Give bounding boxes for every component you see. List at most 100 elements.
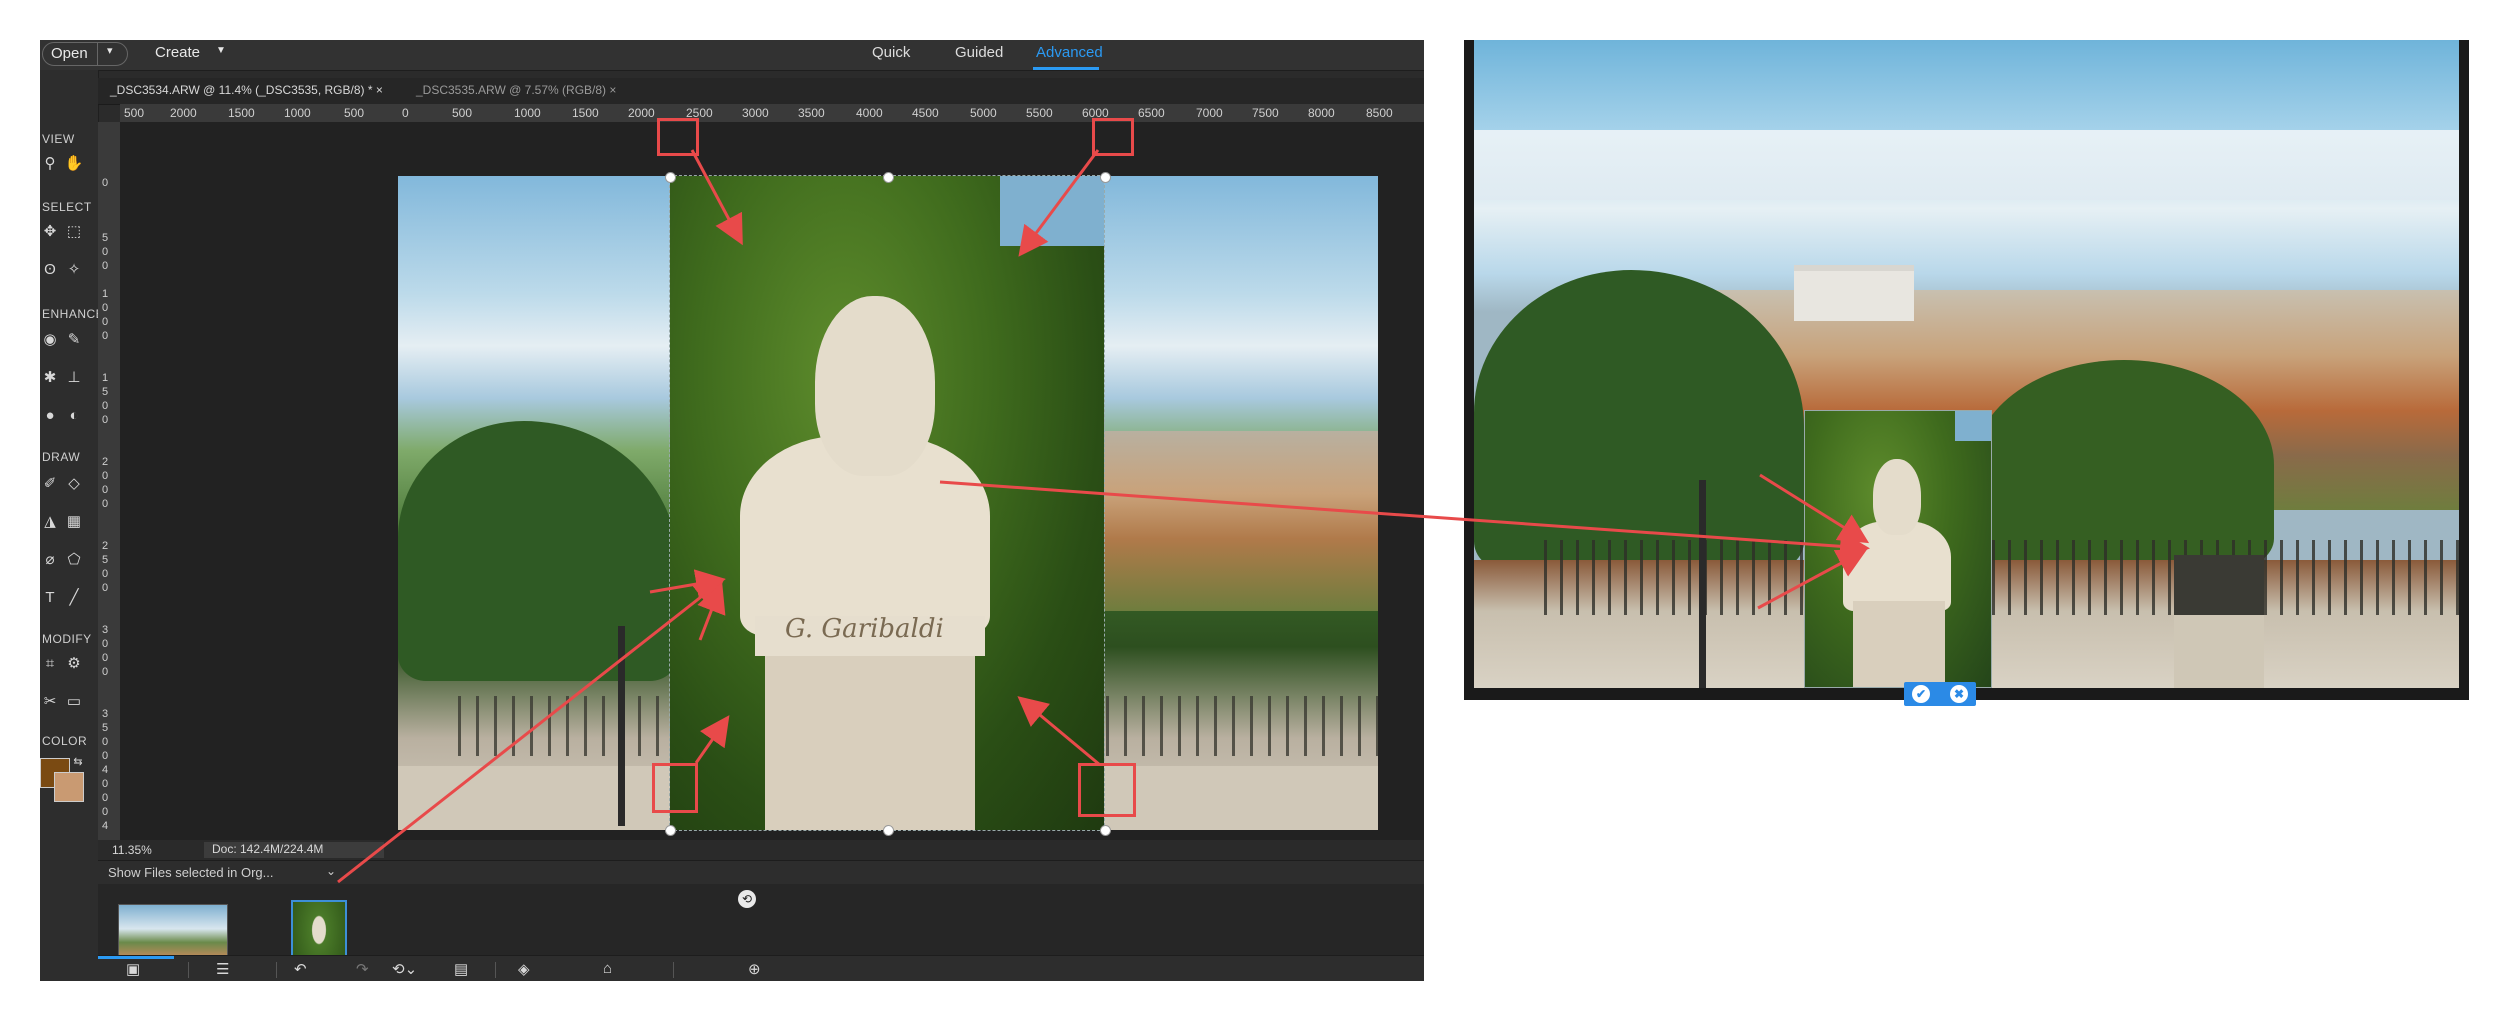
ruler-label: 0 [102, 792, 109, 804]
ruler-label: 0 [102, 750, 109, 762]
recycle-icon[interactable]: ⟲ [738, 890, 756, 908]
move-icon[interactable]: ✥ [40, 222, 60, 242]
tab-document-1-label: _DSC3534.ARW @ 11.4% (_DSC3535, RGB/8) * [110, 83, 373, 97]
ruler-label: 5 [102, 386, 109, 398]
ruler-label: 0 [102, 778, 109, 790]
chevron-down-icon[interactable]: ▾ [107, 44, 113, 57]
close-icon[interactable]: × [609, 83, 616, 97]
ruler-label: 0 [102, 470, 109, 482]
background-color-swatch[interactable] [54, 772, 84, 802]
chevron-down-icon[interactable]: ▼ [216, 45, 226, 56]
straighten-icon[interactable]: ✂ [40, 692, 60, 712]
magic-wand-icon[interactable]: ✧ [64, 260, 84, 280]
ruler-label: 0 [402, 106, 409, 120]
lasso-icon[interactable]: ʘ [40, 260, 60, 280]
chevron-down-icon[interactable]: ⌄ [326, 864, 336, 878]
doc-size[interactable]: Doc: 142.4M/224.4M [204, 842, 384, 858]
tab-advanced[interactable]: Advanced [1036, 44, 1103, 61]
type-icon[interactable]: T [40, 588, 60, 608]
ruler-label: 2000 [628, 106, 655, 120]
result-preview: ✔ ✖ [1464, 40, 2469, 706]
marquee-icon[interactable]: ⬚ [64, 222, 84, 242]
gradient-icon[interactable]: ▦ [64, 512, 84, 532]
tab-quick[interactable]: Quick [872, 44, 910, 61]
ruler-label: 5 [102, 232, 109, 244]
transform-handle-bottom[interactable] [883, 825, 894, 836]
ruler-label: 1 [102, 372, 109, 384]
create-menu[interactable]: Create [155, 44, 200, 61]
zoom-icon[interactable]: ⚲ [40, 154, 60, 174]
ruler-label: 0 [102, 414, 109, 426]
stamp-icon[interactable]: ⊥ [64, 368, 84, 388]
hand-icon[interactable]: ✋ [64, 154, 84, 174]
section-modify: MODIFY [42, 632, 92, 646]
canvas-area[interactable]: G. Garibaldi [120, 122, 1424, 840]
transform-handle-top[interactable] [883, 172, 894, 183]
undo-icon[interactable]: ↶ [294, 960, 307, 978]
organizer-icon[interactable]: ◈ [518, 960, 530, 978]
open-button[interactable]: Open ▾ [42, 42, 128, 66]
photo-city [1088, 431, 1378, 611]
photo-bin-icon[interactable]: ▣ [126, 960, 140, 978]
globe-icon[interactable]: ⊕ [748, 960, 761, 978]
ruler-label: 2 [102, 456, 109, 468]
placed-sky [1955, 411, 1991, 441]
cancel-x-icon[interactable]: ✖ [1950, 685, 1968, 703]
eraser-icon[interactable]: ◇ [64, 474, 84, 494]
ruler-label: 7000 [1196, 106, 1223, 120]
ruler-label: 6500 [1138, 106, 1165, 120]
placed-bust-layer[interactable] [1804, 410, 1992, 688]
commit-check-icon[interactable]: ✔ [1912, 685, 1930, 703]
tab-document-1[interactable]: _DSC3534.ARW @ 11.4% (_DSC3535, RGB/8) *… [110, 83, 383, 97]
transform-handle-top-left[interactable] [665, 172, 676, 183]
transform-handle-bottom-right[interactable] [1100, 825, 1111, 836]
home-icon[interactable]: ⌂ [603, 960, 612, 977]
tool-options-icon[interactable]: ☰ [216, 960, 229, 978]
drop-icon[interactable]: ● [40, 406, 60, 426]
bin-source-select[interactable]: Show Files selected in Org... [108, 865, 273, 880]
status-bar: 11.35% Doc: 142.4M/224.4M [98, 840, 1424, 860]
bucket-icon[interactable]: ◮ [40, 512, 60, 532]
ruler-label: 5 [102, 722, 109, 734]
pen-icon[interactable]: ╱ [64, 588, 84, 608]
pencil-icon[interactable]: ✐ [40, 474, 60, 494]
layout-icon[interactable]: ▤ [454, 960, 468, 978]
swap-colors-icon[interactable]: ⇆ [68, 752, 88, 772]
ruler-label: 0 [102, 316, 109, 328]
healing-icon[interactable]: ✱ [40, 368, 60, 388]
ruler-vertical: 0 5 0 0 1 0 0 0 1 5 0 0 2 0 0 0 2 5 0 0 … [98, 122, 120, 840]
brush-icon[interactable]: ✎ [64, 330, 84, 350]
transform-handle-bottom-left[interactable] [665, 825, 676, 836]
ruler-label: 7500 [1252, 106, 1279, 120]
section-select: SELECT [42, 200, 92, 214]
transform-handle-top-right[interactable] [1100, 172, 1111, 183]
eye-icon[interactable]: ◉ [40, 330, 60, 350]
top-bar: Open ▾ Create ▼ Quick Guided Advanced [40, 40, 1424, 71]
close-icon[interactable]: × [376, 83, 383, 97]
crop-icon[interactable]: ⌗ [40, 654, 60, 674]
tab-document-2[interactable]: _DSC3535.ARW @ 7.57% (RGB/8) × [416, 83, 616, 97]
ruler-label: 0 [102, 666, 109, 678]
placed-layer[interactable]: G. Garibaldi [669, 175, 1105, 831]
bottom-taskbar: ▣ ☰ ↶ ↷ ⟲⌄ ▤ ◈ ⌂ ⊕ [98, 955, 1424, 981]
recompose-icon[interactable]: ⚙ [64, 654, 84, 674]
section-enhance: ENHANCE [42, 307, 105, 321]
shape-icon[interactable]: ⬠ [64, 550, 84, 570]
rotate-icon[interactable]: ⟲⌄ [392, 960, 417, 978]
tab-guided[interactable]: Guided [955, 44, 1003, 61]
open-divider [97, 43, 98, 65]
sponge-icon[interactable]: ◐ [64, 406, 84, 426]
content-aware-icon[interactable]: ▭ [64, 692, 84, 712]
ruler-label: 5000 [970, 106, 997, 120]
ruler-label: 0 [102, 177, 109, 189]
commit-bar: ✔ ✖ [1904, 682, 1976, 706]
redo-icon[interactable]: ↷ [356, 960, 369, 978]
eyedropper-icon[interactable]: ⌀ [40, 550, 60, 570]
ruler-label: 0 [102, 638, 109, 650]
zoom-level[interactable]: 11.35% [112, 843, 152, 857]
result-statue [2174, 555, 2264, 688]
result-clouds [1474, 130, 2459, 200]
highlight-box-top-left [657, 118, 699, 156]
ruler-label: 3500 [798, 106, 825, 120]
result-lamp [1699, 480, 1706, 688]
